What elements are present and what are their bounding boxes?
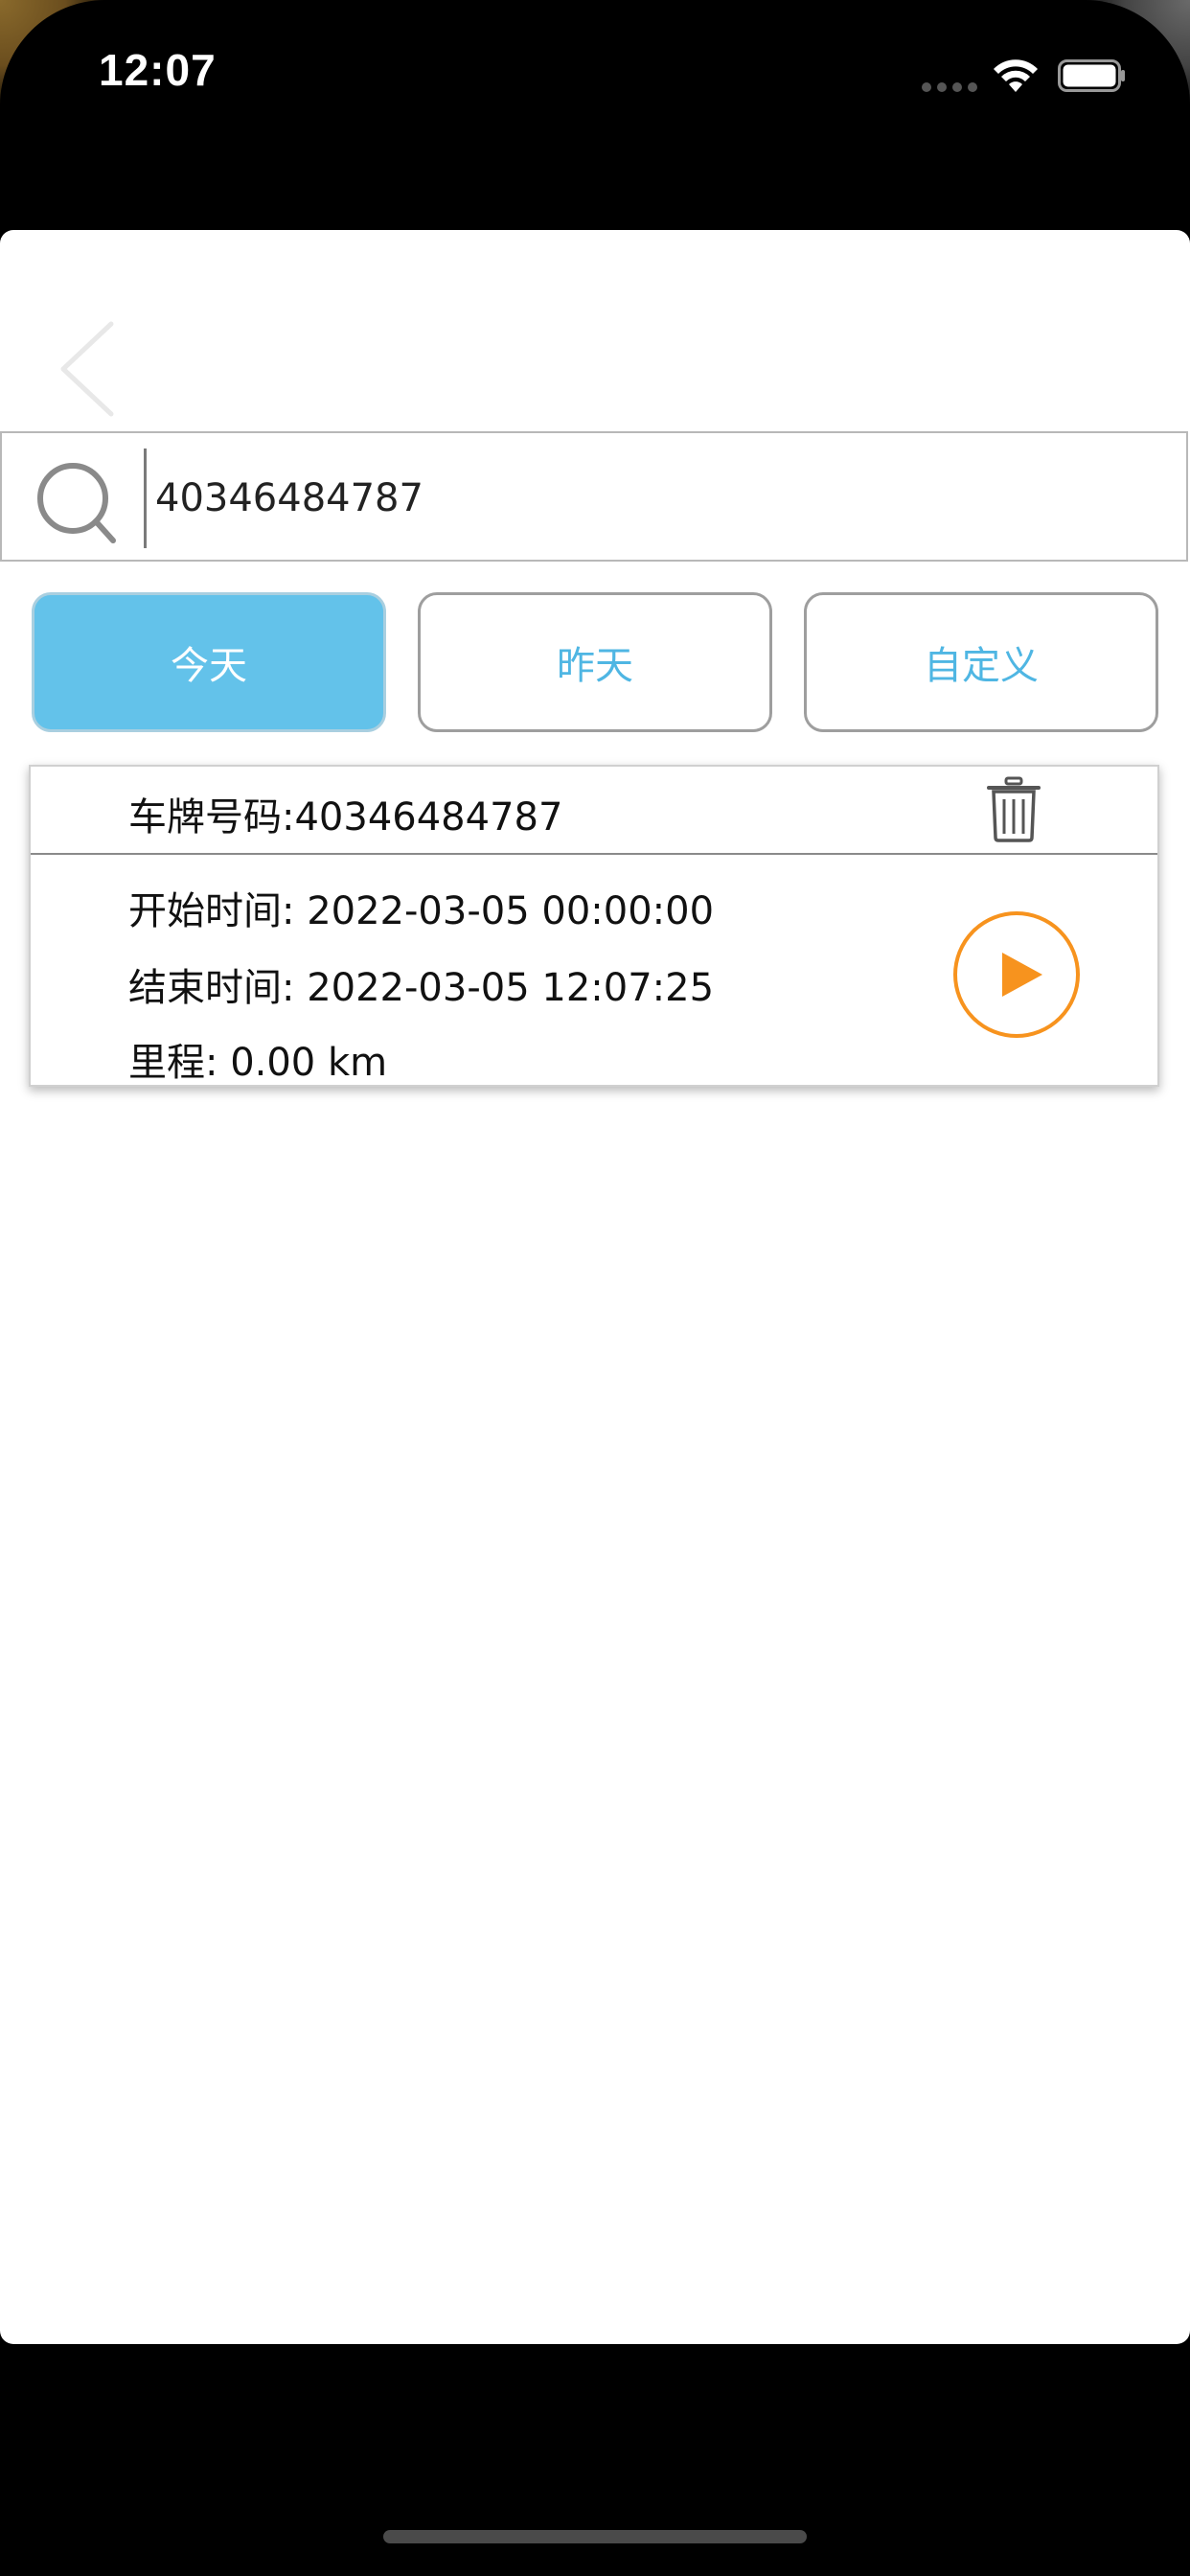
wifi-icon — [994, 59, 1038, 92]
trip-query-sheet: 今天 昨天 自定义 车牌号码:40346484787 开始时间: 2022-03… — [0, 230, 1190, 2344]
end-time: 结束时间: 2022-03-05 12:07:25 — [128, 966, 715, 1010]
start-time: 开始时间: 2022-03-05 00:00:00 — [128, 889, 715, 933]
delete-trash-icon[interactable] — [985, 776, 1042, 843]
cellular-signal-icon — [922, 82, 977, 92]
yesterday-button[interactable]: 昨天 — [418, 592, 772, 732]
today-button[interactable]: 今天 — [32, 592, 386, 732]
custom-date-button[interactable]: 自定义 — [804, 592, 1158, 732]
status-bar: 12:07 — [0, 0, 1190, 144]
battery-icon — [1058, 59, 1125, 92]
search-icon — [37, 463, 116, 543]
status-time: 12:07 — [99, 45, 217, 95]
date-filter-group: 今天 昨天 自定义 — [0, 592, 1190, 734]
search-input[interactable] — [155, 452, 1152, 544]
back-button[interactable] — [56, 316, 132, 422]
trip-record-card: 车牌号码:40346484787 开始时间: 2022-03-05 00:00:… — [29, 765, 1159, 1087]
plate-number: 车牌号码:40346484787 — [128, 795, 563, 840]
home-indicator[interactable] — [383, 2530, 807, 2543]
search-bar — [0, 431, 1188, 562]
search-divider — [144, 448, 147, 548]
card-header: 车牌号码:40346484787 — [31, 767, 1157, 855]
mileage: 里程: 0.00 km — [128, 1041, 388, 1085]
playback-play-icon[interactable] — [952, 910, 1081, 1039]
device-screen: 12:07 今天 昨天 自定义 — [0, 0, 1190, 2576]
